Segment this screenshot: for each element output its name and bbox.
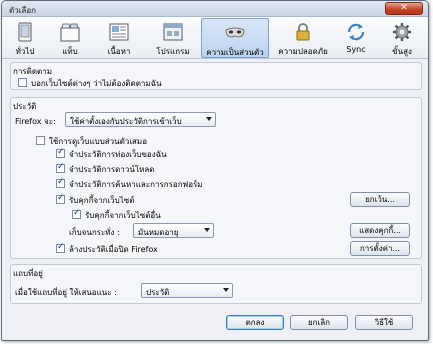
history-settings-button[interactable]: การตั้งค่า... — [350, 241, 410, 256]
suggest-select[interactable]: ประวัติ — [141, 283, 233, 298]
private-mode-checkbox[interactable] — [36, 136, 45, 145]
suggest-value: ประวัติ — [146, 288, 170, 297]
close-button[interactable]: ✕ — [385, 2, 423, 15]
accept-cookies-checkbox[interactable] — [56, 193, 65, 204]
firefox-will-label: Firefox จะ: — [15, 117, 56, 126]
accept-cookies-label: รับคุกกี้จากเว็บไซต์ — [69, 196, 135, 205]
cancel-button[interactable]: ยกเลิก — [290, 315, 348, 330]
tab-sync[interactable]: Sync — [338, 18, 374, 58]
keep-until-label: เก็บจนกระทั่ง : — [69, 228, 120, 237]
do-not-track-label: บอกเว็บไซต์ต่างๆ ว่าไม่ต้องติดตามฉัน — [31, 79, 162, 88]
remember-browsing-label: จำประวัติการท่องเว็บของฉัน — [69, 150, 167, 159]
tab-general[interactable]: ทั่วไป — [5, 18, 45, 58]
mask-icon — [225, 27, 245, 38]
show-cookies-button[interactable]: แสดงคุกกี้... — [350, 223, 410, 238]
tab-privacy[interactable]: ความเป็นส่วนตัว — [201, 18, 269, 58]
ok-button[interactable]: ตกลง — [226, 315, 284, 330]
tab-security-label: ความปลอดภัย — [278, 47, 328, 56]
location-bar-group: แถบที่อยู่ เมื่อใช้แถบที่อยู่ ให้เสนอแนะ… — [10, 264, 422, 304]
exceptions-button[interactable]: ยกเว้น... — [350, 192, 410, 207]
location-bar-title: แถบที่อยู่ — [13, 269, 43, 278]
switch-icon — [18, 22, 32, 42]
tab-advanced[interactable]: ขั้นสูง — [382, 18, 422, 58]
tab-general-label: ทั่วไป — [15, 47, 35, 56]
chevron-down-icon — [223, 288, 229, 292]
tab-privacy-label: ความเป็นส่วนตัว — [206, 48, 264, 57]
do-not-track-checkbox[interactable] — [18, 78, 27, 87]
tab-content-label: เนื้อหา — [107, 47, 131, 56]
tracking-group: การติดตาม บอกเว็บไซต์ต่างๆ ว่าไม่ต้องติด… — [10, 62, 422, 90]
chevron-down-icon — [204, 228, 210, 232]
sync-icon — [347, 23, 365, 41]
third-party-cookies-checkbox[interactable] — [72, 208, 81, 219]
tab-security[interactable]: ความปลอดภัย — [274, 18, 332, 58]
clear-on-close-label: ล้างประวัติเมื่อปิด Firefox — [69, 245, 158, 254]
tabs-icon — [60, 23, 80, 42]
help-button[interactable]: วิธีใช้ — [355, 315, 413, 330]
preferences-toolbar: ทั่วไป แท็บ เนื้อหา โปรแกรม ความเป็นส่วน… — [2, 17, 428, 59]
tab-tabs[interactable]: แท็บ — [50, 18, 90, 58]
title-bar: ตัวเลือก ✕ — [2, 1, 428, 17]
third-party-cookies-label: รับคุกกี้จากเว็บไซต์อื่น — [85, 211, 161, 220]
chevron-down-icon — [206, 117, 212, 121]
lock-icon — [296, 23, 310, 41]
keep-until-value: มันหมดอายุ — [138, 228, 179, 237]
clear-on-close-checkbox[interactable] — [56, 242, 65, 253]
remember-downloads-checkbox[interactable] — [56, 162, 65, 173]
tab-sync-label: Sync — [346, 45, 366, 54]
tab-applications-label: โปรแกรม — [156, 47, 190, 56]
history-group: ประวัติ Firefox จะ: ใช้ค่าตั้งเองกับประว… — [10, 97, 422, 259]
history-mode-value: ใช้ค่าตั้งเองกับประวัติการเข้าเว็บ — [70, 117, 182, 126]
remember-downloads-label: จำประวัติการดาวน์โหลด — [69, 165, 155, 174]
tab-applications[interactable]: โปรแกรม — [147, 18, 199, 58]
applications-icon — [163, 23, 183, 41]
remember-search-checkbox[interactable] — [56, 177, 65, 188]
content-icon — [109, 23, 129, 41]
gear-icon — [393, 23, 411, 41]
remember-search-label: จำประวัติการค้นหาและการกรอกฟอร์ม — [69, 180, 203, 189]
suggest-label: เมื่อใช้แถบที่อยู่ ให้เสนอแนะ : — [15, 288, 117, 297]
tab-tabs-label: แท็บ — [62, 47, 78, 56]
window-title: ตัวเลือก — [9, 6, 36, 15]
keep-until-select[interactable]: มันหมดอายุ — [133, 223, 214, 238]
tab-content[interactable]: เนื้อหา — [96, 18, 142, 58]
options-window: ตัวเลือก ✕ ทั่วไป แท็บ เนื้อหา โปรแกรม ค… — [1, 0, 429, 341]
remember-browsing-checkbox[interactable] — [56, 147, 65, 158]
history-mode-select[interactable]: ใช้ค่าตั้งเองกับประวัติการเข้าเว็บ — [65, 112, 216, 127]
tab-advanced-label: ขั้นสูง — [392, 47, 412, 56]
history-title: ประวัติ — [13, 102, 37, 111]
